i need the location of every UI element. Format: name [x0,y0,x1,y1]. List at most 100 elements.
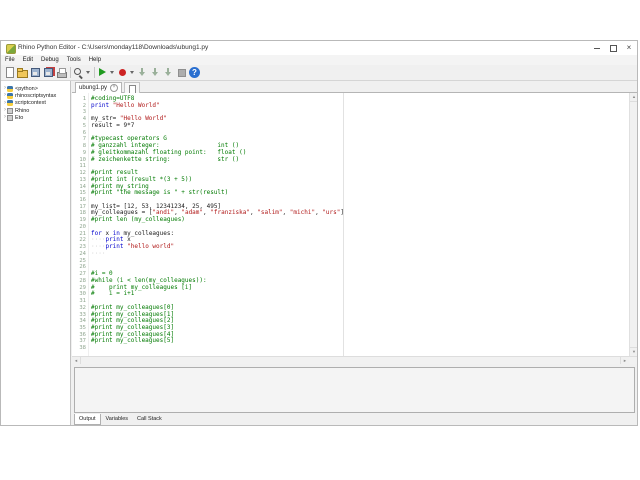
line-number: 33 [79,311,86,318]
line-number: 11 [79,163,86,170]
code-line: ···· [91,249,106,257]
scroll-up-icon[interactable]: ▲ [630,93,637,102]
tab-strip: ubung1.py × [72,81,637,94]
scroll-left-icon[interactable]: ◄ [72,357,81,364]
expand-chevron-icon[interactable]: › [4,107,6,114]
line-number: 10 [79,156,86,163]
line-number: 25 [79,257,86,264]
sidebar-item-label: scriptcontext [15,100,46,107]
line-number-gutter: 1 2 3 4 5 6 7 8 9 10 11 12 13 14 15 16 17 18 19 20 21 22 23 24 2… [72,96,86,352]
sidebar-item-rhino[interactable]: › Rhino [1,107,70,114]
expand-chevron-icon[interactable]: › [4,114,6,121]
sidebar-item-label: Rhino [15,107,30,114]
stepin-icon[interactable] [136,66,149,79]
sidebar-item-label: <python> [15,85,38,92]
line-number: 4 [82,116,86,123]
line-number: 24 [79,250,86,257]
line-number: 34 [79,318,86,325]
line-number: 21 [79,230,86,237]
stepover-icon[interactable] [149,66,162,79]
python-icon [7,100,13,107]
print-icon[interactable] [55,66,68,79]
save-icon[interactable] [29,66,42,79]
maximize-icon [610,45,617,52]
bottom-tab-strip: Output Variables Call Stack [74,414,167,425]
line-number: 6 [82,129,86,136]
code-line: #print my_colleagues[5] [91,337,175,345]
line-number: 16 [79,197,86,204]
sidebar-item-rhinoscriptsyntax[interactable]: › rhinoscriptsyntax [1,92,70,99]
line-number: 3 [82,109,86,116]
sidebar-item-label: rhinoscriptsyntax [15,92,57,99]
tab-variables[interactable]: Variables [102,414,133,425]
menu-debug[interactable]: Debug [37,55,63,65]
code-text[interactable]: #coding=UTF8 print "Hello World" my_str= … [91,95,344,352]
new-icon[interactable] [3,66,16,79]
menu-edit[interactable]: Edit [19,55,37,65]
line-number: 1 [82,96,86,102]
line-number: 31 [79,298,86,305]
title-bar[interactable]: Rhino Python Editor - C:\Users\monday118… [1,41,637,55]
minimize-button[interactable] [589,41,605,55]
line-number: 27 [79,271,86,278]
tab-output[interactable]: Output [74,414,101,425]
maximize-button[interactable] [605,41,621,55]
caret-icon[interactable] [85,66,92,79]
expand-chevron-icon[interactable]: › [4,100,6,107]
close-button[interactable]: × [621,41,637,55]
code-editor[interactable]: 1 2 3 4 5 6 7 8 9 10 11 12 13 14 15 16 17 18 19 20 21 22 23 24 2… [72,93,637,356]
line-number: 28 [79,277,86,284]
module-icon [7,107,13,114]
close-icon: × [626,43,632,52]
line-number: 8 [82,143,86,150]
scroll-right-icon[interactable]: ► [620,357,629,364]
editor-horizontal-scrollbar[interactable]: ◄ ► [72,356,637,364]
tab-ubung1[interactable]: ubung1.py × [75,82,123,93]
run-icon[interactable] [96,66,109,79]
line-number: 5 [82,122,86,129]
saveall-icon[interactable] [42,66,55,79]
search-icon[interactable] [72,66,85,79]
sidebar-item-python[interactable]: › <python> [1,85,70,92]
code-line: print "Hello World" [91,101,160,109]
editor-vertical-scrollbar[interactable]: ▲ ▼ [629,93,637,356]
code-line: # i = i+1 [91,290,135,298]
output-panel[interactable] [74,367,635,413]
code-line: ····print "hello world" [91,243,175,251]
line-number: 12 [79,170,86,177]
code-line: #print "the message is " + str(result) [91,189,229,197]
stepout-icon[interactable] [162,66,175,79]
module-tree: › <python> › rhinoscriptsyntax › scriptcontex… [1,81,71,425]
line-number: 19 [79,217,86,224]
desktop: Rhino Python Editor - C:\Users\monday118… [0,0,640,480]
line-number: 38 [79,345,86,352]
code-line: #print len (my_colleagues) [91,216,185,224]
menu-file[interactable]: File [1,55,19,65]
tab-label: ubung1.py [79,85,108,91]
sidebar-item-scriptcontext[interactable]: › scriptcontext [1,100,70,107]
help-icon[interactable] [188,66,201,79]
module-icon [7,114,13,121]
stop-icon[interactable] [175,66,188,79]
line-number: 7 [82,136,86,143]
expand-chevron-icon[interactable]: › [4,92,6,99]
scroll-down-icon[interactable]: ▼ [630,347,637,356]
line-number: 15 [79,190,86,197]
line-number: 23 [79,244,86,251]
record-icon[interactable] [116,66,129,79]
sidebar-item-eto[interactable]: › Eto [1,114,70,121]
menu-help[interactable]: Help [85,55,105,65]
tab-close-icon[interactable]: × [110,84,119,92]
python-icon [7,92,13,99]
window-title: Rhino Python Editor - C:\Users\monday118… [18,44,209,51]
line-number: 30 [79,291,86,298]
minimize-icon [594,48,600,49]
menu-tools[interactable]: Tools [63,55,85,65]
caret-icon[interactable] [109,66,116,79]
expand-chevron-icon[interactable]: › [4,85,6,92]
open-icon[interactable] [16,66,29,79]
caret-icon[interactable] [129,66,136,79]
tab-call-stack[interactable]: Call Stack [133,414,166,425]
